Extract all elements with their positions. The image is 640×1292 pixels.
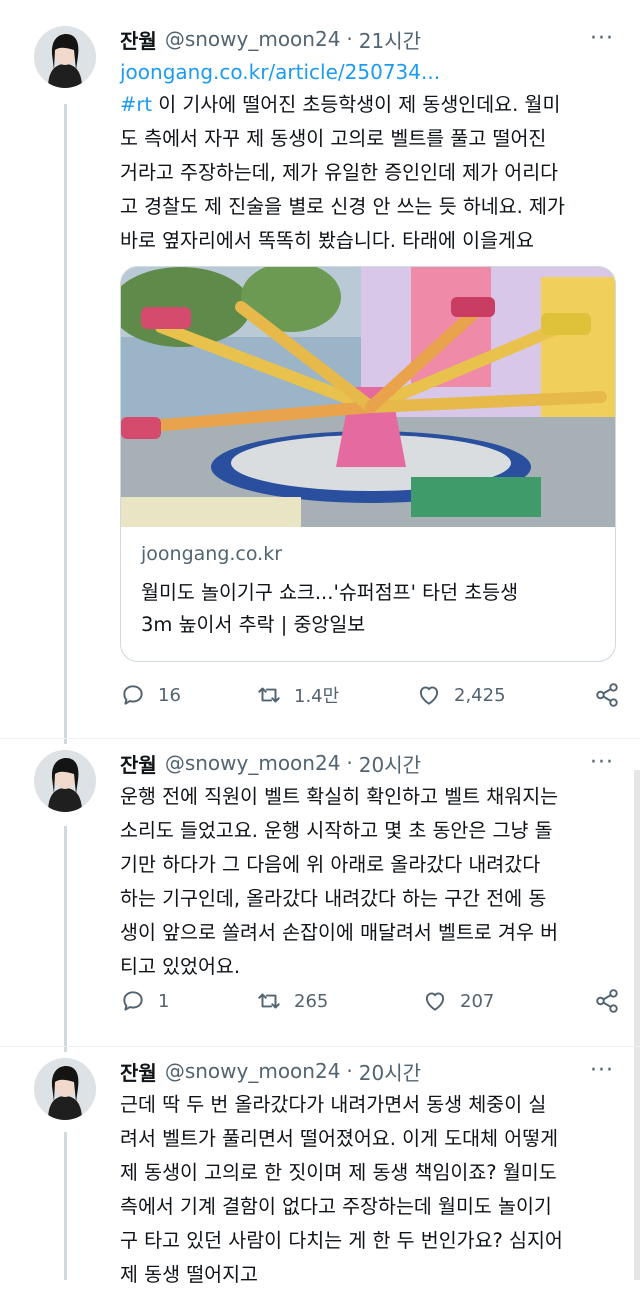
- heart-icon: [425, 992, 445, 1011]
- separator-dot: ·: [346, 27, 353, 51]
- tweet-actions: 16 1.4만 2,425: [120, 678, 620, 712]
- share-icon: [596, 989, 618, 1013]
- tweet-text-line: 구 타고 있던 사람이 다치는 게 한 두 번인가요? 심지어: [120, 1229, 563, 1252]
- retweet-icon: [258, 993, 280, 1009]
- tweet-text: 근데 딱 두 번 올라갔다가 내려가면서 동생 체중이 실 려서 벨트가 풀리면…: [120, 1088, 620, 1292]
- like-button[interactable]: 207: [422, 984, 494, 1018]
- divider: [0, 1046, 640, 1047]
- more-options-icon[interactable]: ···: [590, 1058, 614, 1083]
- user-handle[interactable]: @snowy_moon24: [165, 27, 341, 51]
- like-button[interactable]: 2,425: [416, 678, 506, 712]
- reply-icon: [123, 991, 143, 1011]
- tweet-text-line: #rt 이 기사에 떨어진 초등학생이 제 동생인데요. 월미: [120, 88, 620, 122]
- tweet-3[interactable]: 잔월 @snowy_moon24 · 20시간 ··· 근데 딱 두 번 올라갔…: [0, 1054, 640, 1286]
- tweet-1[interactable]: 잔월 @snowy_moon24 · 21시간 ··· joongang.co.…: [0, 22, 640, 742]
- display-name[interactable]: 잔월: [120, 1057, 157, 1086]
- divider: [0, 738, 640, 739]
- article-link[interactable]: joongang.co.kr/article/250734...: [120, 60, 440, 84]
- tweet-text-line: 려서 벨트가 풀리면서 떨어졌어요. 이게 도대체 어떻게: [120, 1127, 559, 1150]
- tweet-text-line: 바로 옆자리에서 똑똑히 봤습니다. 타래에 이을게요: [120, 229, 534, 252]
- link-preview-card[interactable]: joongang.co.kr 월미도 놀이기구 쇼크...'슈퍼점프' 타던 초…: [120, 266, 616, 662]
- retweet-count: 1.4만: [294, 686, 340, 707]
- tweet-text-line: 기만 하다가 그 다음에 위 아래로 올라갔다 내려갔다: [120, 853, 541, 876]
- reply-count: 1: [158, 990, 170, 1012]
- heart-icon: [419, 686, 439, 705]
- share-button[interactable]: [594, 988, 620, 1018]
- display-name[interactable]: 잔월: [120, 749, 157, 778]
- like-count: 207: [460, 990, 495, 1012]
- reply-icon: [123, 685, 143, 705]
- tweet-text-line: 거라고 주장하는데, 제가 유일한 증인인데 제가 어리다: [120, 161, 559, 184]
- reply-count: 16: [158, 684, 181, 706]
- article-thumbnail: [121, 267, 615, 527]
- card-title-line: 3m 높이서 추락 | 중앙일보: [141, 613, 366, 636]
- avatar[interactable]: [34, 750, 96, 812]
- tweet-actions: 1 265 207: [120, 984, 620, 1018]
- avatar[interactable]: [34, 1058, 96, 1120]
- timestamp[interactable]: 21시간: [359, 25, 421, 54]
- retweet-icon: [258, 687, 280, 703]
- tweet-text-line: 운행 전에 직원이 벨트 확실히 확인하고 벨트 채워지는: [120, 785, 559, 808]
- tweet-text-line: 도 측에서 자꾸 제 동생이 고의로 벨트를 풀고 떨어진: [120, 127, 547, 150]
- retweet-button[interactable]: 1.4만: [256, 678, 339, 712]
- tweet-2[interactable]: 잔월 @snowy_moon24 · 20시간 ··· 운행 전에 직원이 벨트…: [0, 746, 640, 1036]
- card-title-line: 월미도 놀이기구 쇼크...'슈퍼점프' 타던 초등생: [141, 581, 519, 604]
- more-options-icon[interactable]: ···: [590, 26, 614, 51]
- card-domain: joongang.co.kr: [141, 543, 283, 565]
- hashtag-link[interactable]: #rt: [120, 93, 152, 116]
- tweet-text: 운행 전에 직원이 벨트 확실히 확인하고 벨트 채워지는 소리도 들었고요. …: [120, 780, 620, 984]
- text-fragment: 이 기사에 떨어진 초등학생이 제 동생인데요. 월미: [152, 93, 561, 116]
- tweet-text-line: 티고 있었어요.: [120, 955, 241, 978]
- separator-dot: ·: [346, 1059, 353, 1083]
- reply-button[interactable]: 1: [120, 984, 169, 1018]
- avatar[interactable]: [34, 26, 96, 88]
- retweet-count: 265: [294, 990, 329, 1012]
- tweet-text-line: 고 경찰도 제 진술을 별로 신경 안 쓰는 듯 하네요. 제가: [120, 195, 565, 218]
- tweet-header: 잔월 @snowy_moon24 · 20시간: [120, 1054, 421, 1088]
- tweet-text-line: 제 동생이 고의로 한 짓이며 제 동생 책임이죠? 월미도: [120, 1161, 557, 1184]
- tweet-header: 잔월 @snowy_moon24 · 20시간: [120, 746, 421, 780]
- tweet-text-line: 소리도 들었고요. 운행 시작하고 몇 초 동안은 그냥 돌: [120, 819, 553, 842]
- retweet-button[interactable]: 265: [256, 984, 328, 1018]
- tweet-header: 잔월 @snowy_moon24 · 21시간: [120, 22, 421, 56]
- tweet-text-line: 측에서 기계 결함이 없다고 주장하는데 월미도 놀이기: [120, 1195, 552, 1218]
- tweet-text-line: 제 동생 떨어지고: [120, 1263, 258, 1286]
- timestamp[interactable]: 20시간: [359, 749, 421, 778]
- reply-button[interactable]: 16: [120, 678, 181, 712]
- tweet-text-line: 생이 앞으로 쏠려서 손잡이에 매달려서 벨트로 겨우 버: [120, 921, 559, 944]
- tweet-text: #rt 이 기사에 떨어진 초등학생이 제 동생인데요. 월미 도 측에서 자꾸…: [120, 88, 620, 258]
- share-icon: [596, 683, 618, 707]
- tweet-text-line: 근데 딱 두 번 올라갔다가 내려가면서 동생 체중이 실: [120, 1093, 547, 1116]
- separator-dot: ·: [346, 751, 353, 775]
- timestamp[interactable]: 20시간: [359, 1057, 421, 1086]
- user-handle[interactable]: @snowy_moon24: [165, 1059, 341, 1083]
- share-button[interactable]: [594, 682, 620, 712]
- tweet-text-line: 하는 기구인데, 올라갔다 내려갔다 하는 구간 전에 동: [120, 887, 547, 910]
- display-name[interactable]: 잔월: [120, 25, 157, 54]
- like-count: 2,425: [454, 684, 506, 706]
- more-options-icon[interactable]: ···: [590, 750, 614, 775]
- user-handle[interactable]: @snowy_moon24: [165, 751, 341, 775]
- card-title: 월미도 놀이기구 쇼크...'슈퍼점프' 타던 초등생 3m 높이서 추락 | …: [141, 577, 518, 641]
